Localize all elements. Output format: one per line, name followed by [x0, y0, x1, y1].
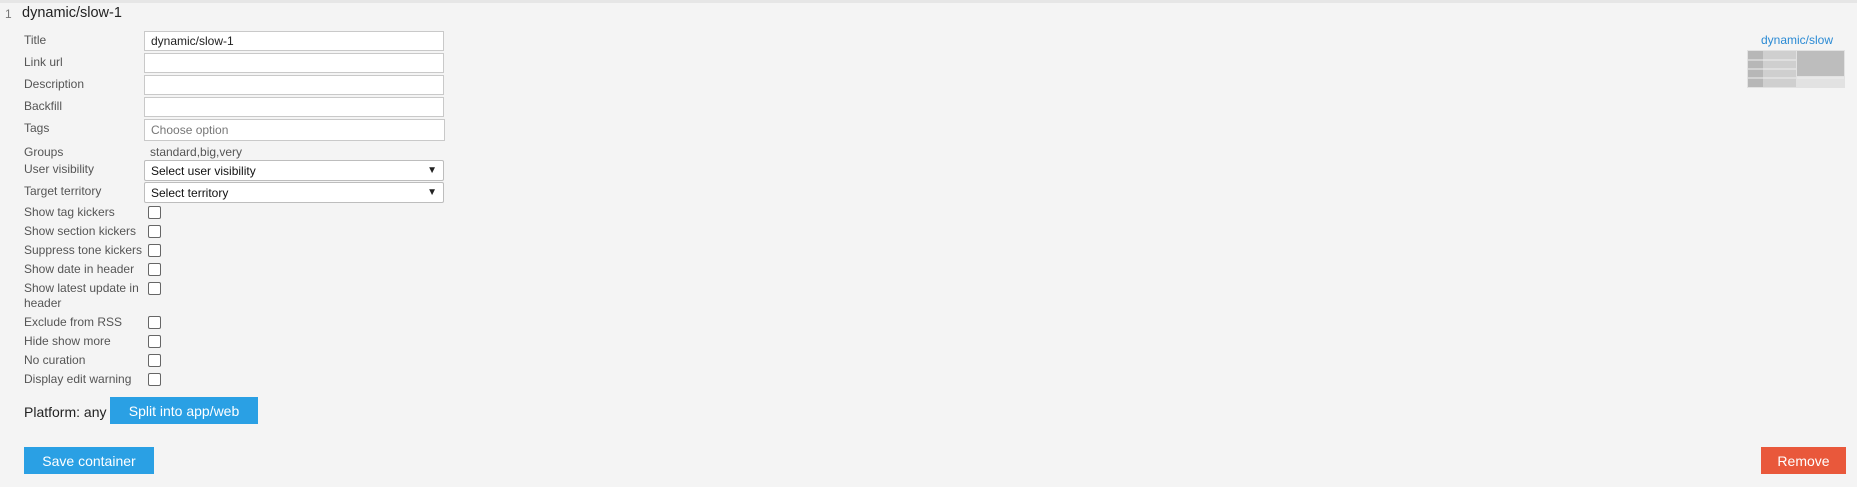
target-territory-label: Target territory — [24, 184, 102, 198]
remove-button[interactable]: Remove — [1761, 447, 1846, 474]
show-tag-kickers-checkbox[interactable] — [148, 206, 161, 219]
split-app-web-button[interactable]: Split into app/web — [110, 397, 258, 424]
user-visibility-selected: Select user visibility — [151, 163, 256, 178]
user-visibility-label: User visibility — [24, 162, 95, 176]
checkbox-label: Hide show more — [24, 334, 111, 348]
suppress-tone-kickers-checkbox[interactable] — [148, 244, 161, 257]
checkbox-label: Exclude from RSS — [24, 315, 123, 329]
layout-link[interactable]: dynamic/slow — [1761, 33, 1833, 47]
checkbox-label: Suppress tone kickers — [24, 243, 143, 257]
backfill-label: Backfill — [24, 99, 63, 113]
display-edit-warning-checkbox[interactable] — [148, 373, 161, 386]
no-curation-checkbox[interactable] — [148, 354, 161, 367]
link-url-label: Link url — [24, 55, 63, 69]
target-territory-selected: Select territory — [151, 185, 229, 200]
checkbox-label: No curation — [24, 353, 86, 367]
tags-input[interactable] — [144, 119, 445, 141]
groups-label: Groups — [24, 145, 64, 159]
title-label: Title — [24, 33, 47, 47]
platform-label: Platform: any — [24, 404, 107, 420]
user-visibility-select[interactable]: Select user visibility ▼ — [144, 160, 444, 181]
checkbox-label: Display edit warning — [24, 372, 132, 386]
save-container-button[interactable]: Save container — [24, 447, 154, 474]
chevron-down-icon: ▼ — [427, 165, 437, 176]
hide-show-more-checkbox[interactable] — [148, 335, 161, 348]
checkbox-label: Show date in header — [24, 262, 135, 276]
checkbox-label: Show section kickers — [24, 224, 137, 238]
description-input[interactable] — [144, 75, 444, 95]
collection-name: dynamic/slow-1 — [22, 5, 122, 21]
backfill-input[interactable] — [144, 97, 444, 117]
show-section-kickers-checkbox[interactable] — [148, 225, 161, 238]
description-label: Description — [24, 77, 85, 91]
title-input[interactable] — [144, 31, 444, 51]
tags-label: Tags — [24, 121, 50, 135]
layout-thumbnail — [1747, 50, 1845, 88]
chevron-down-icon: ▼ — [427, 187, 437, 198]
thumbnail-right-block — [1797, 51, 1844, 76]
collection-index: 1 — [5, 7, 12, 21]
checkbox-label: Show tag kickers — [24, 205, 115, 219]
checkbox-label: Show latest update in header — [24, 281, 139, 310]
show-date-in-header-checkbox[interactable] — [148, 263, 161, 276]
exclude-from-rss-checkbox[interactable] — [148, 316, 161, 329]
top-border — [0, 0, 1857, 3]
target-territory-select[interactable]: Select territory ▼ — [144, 182, 444, 203]
show-latest-update-checkbox[interactable] — [148, 282, 161, 295]
link-url-input[interactable] — [144, 53, 444, 73]
